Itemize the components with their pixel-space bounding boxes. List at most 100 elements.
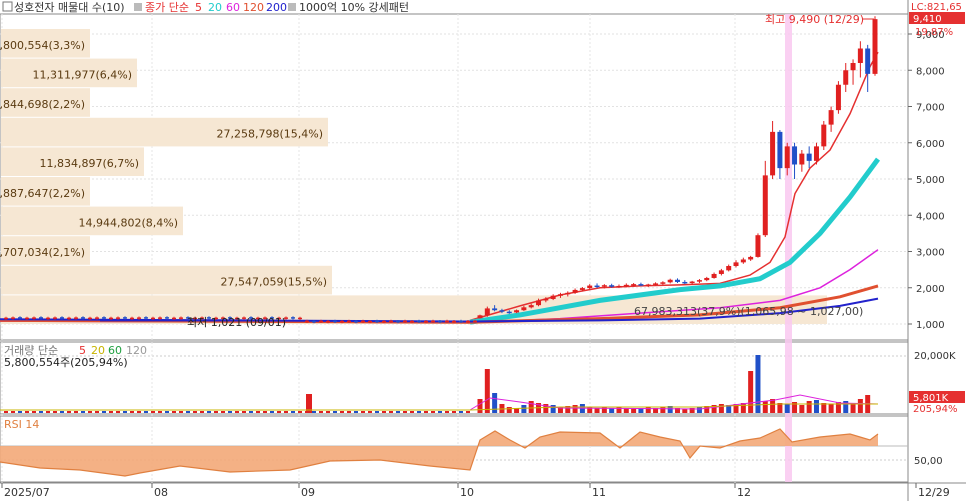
candle-body: [165, 317, 169, 319]
volume-pct-tag: 205,94%: [913, 404, 958, 415]
candle-body: [696, 280, 702, 282]
volume-bar: [806, 401, 812, 413]
x-tick-label: 08: [154, 486, 168, 499]
volume-bar: [368, 411, 372, 413]
volume-bar: [67, 411, 71, 413]
x-tick-label: 10: [460, 486, 474, 499]
candle-body: [799, 153, 805, 165]
candle-body: [543, 298, 549, 301]
volume-bar: [60, 411, 64, 413]
ma-legend-5[interactable]: 5: [195, 1, 202, 14]
volume-value-tag: 5,801K: [913, 393, 949, 404]
volume-profile-label: 3,707,034(2,1%): [0, 246, 85, 259]
candle-body: [424, 320, 428, 323]
volume-bar: [235, 411, 239, 413]
chart-canvas[interactable]: 5,800,554(3,3%) 11,311,977(6,4%) 3,844,698…: [0, 0, 966, 501]
candle-body: [473, 320, 477, 323]
candle-body: [130, 317, 134, 320]
x-tick-label: 11: [592, 486, 606, 499]
volume-bar: [340, 411, 344, 413]
pattern-legend-label[interactable]: 1000억 10% 강세패턴: [299, 1, 409, 14]
candle-body: [60, 317, 64, 319]
candle-body: [102, 317, 106, 319]
rsi-y-tick: 50,00: [914, 456, 943, 467]
candle-body: [682, 281, 688, 284]
header-title-item[interactable]: 성호전자 매물대 수(10): [14, 1, 125, 14]
volume-profile-label: 27,547,059(15,5%): [220, 276, 327, 289]
candle-body: [382, 320, 386, 323]
ma-legend-20[interactable]: 20: [208, 1, 222, 14]
current-price-tag: 9,410: [913, 14, 942, 25]
volume-bar: [298, 411, 302, 413]
volume-bar: [696, 407, 702, 413]
volume-bar: [572, 405, 578, 413]
candle-body: [179, 317, 183, 319]
volume-bar: [158, 411, 162, 413]
volume-bar: [528, 401, 534, 413]
volume-bar: [312, 411, 316, 413]
volume-profile-label: 11,834,897(6,7%): [39, 157, 139, 170]
volume-bar: [25, 411, 29, 413]
volume-bar: [242, 411, 246, 413]
candle-body: [645, 284, 651, 286]
volume-bar: [123, 411, 127, 413]
volume-bar: [466, 411, 470, 413]
ma-legend-120[interactable]: 120: [243, 1, 264, 14]
volume-bar: [249, 411, 253, 413]
volume-bar: [256, 411, 260, 413]
candle-body: [445, 320, 449, 323]
volume-bar: [438, 411, 442, 413]
candle-body: [340, 320, 344, 323]
volume-bar: [452, 411, 456, 413]
volume-bar: [828, 404, 834, 413]
candle-body: [492, 308, 498, 311]
volume-bar: [484, 369, 490, 413]
volume-bar: [270, 411, 274, 413]
candle-body: [828, 110, 834, 125]
volume-bar: [431, 411, 435, 413]
candle-body: [109, 317, 113, 320]
volume-bar: [354, 411, 358, 413]
candle-body: [689, 281, 695, 284]
volume-bar: [193, 411, 197, 413]
candle-body: [67, 317, 71, 320]
volume-bar: [277, 411, 281, 413]
candle-body: [726, 266, 732, 271]
candle-body: [431, 320, 435, 323]
volume-bar: [492, 393, 498, 413]
volume-bar: [46, 411, 50, 413]
volume-bar: [857, 399, 863, 413]
candle-body: [116, 317, 120, 319]
candle-body: [291, 317, 295, 319]
candle-body: [557, 294, 563, 296]
candle-body: [172, 317, 176, 320]
volume-bar: [221, 411, 225, 413]
x-tick-label: 12: [737, 486, 751, 499]
candle-body: [536, 300, 542, 306]
volume-ma-120[interactable]: 120: [126, 344, 147, 357]
candle-body: [312, 320, 316, 323]
volume-bar: [39, 411, 43, 413]
x-tick-label: 12/29: [918, 486, 950, 499]
ma-legend-200[interactable]: 200: [266, 1, 287, 14]
legend-toggle-icon[interactable]: [2, 1, 13, 12]
rsi-legend-label[interactable]: RSI 14: [4, 418, 39, 431]
candle-body: [631, 284, 637, 286]
volume-bar: [748, 371, 754, 413]
chart-background: [0, 0, 966, 501]
candle-body: [484, 308, 490, 316]
volume-bar: [81, 411, 85, 413]
ma-legend-60[interactable]: 60: [226, 1, 240, 14]
volume-bar: [88, 411, 92, 413]
volume-bar: [11, 411, 15, 413]
volume-bar: [645, 407, 651, 413]
volume-bar: [521, 405, 527, 413]
candle-body: [572, 289, 578, 293]
candle-body: [319, 320, 323, 323]
price-tick-label: 1,000: [916, 320, 945, 331]
candle-body: [623, 284, 629, 287]
volume-bar: [375, 411, 379, 413]
price-legend-label[interactable]: 종가 단순: [145, 1, 189, 14]
candle-body: [46, 317, 50, 320]
volume-bar: [616, 407, 622, 413]
